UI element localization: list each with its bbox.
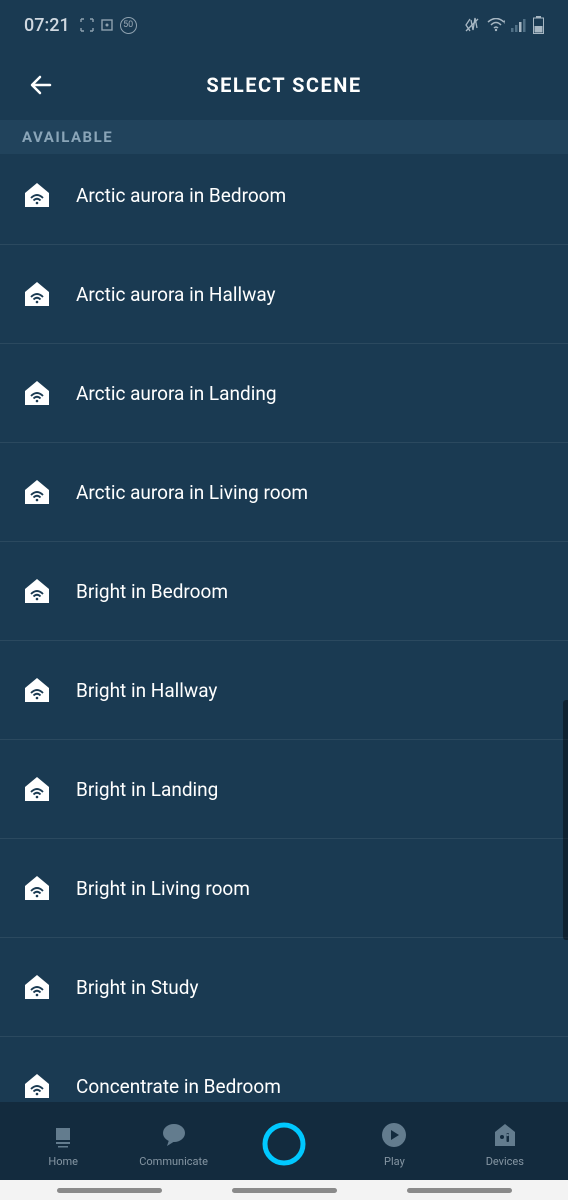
scene-label: Bright in Bedroom <box>76 580 228 603</box>
system-gesture-bar <box>0 1180 568 1200</box>
nav-communicate[interactable]: Communicate <box>118 1121 228 1168</box>
bottom-navigation: Home Communicate Play Devices <box>0 1102 568 1180</box>
smart-home-icon <box>22 972 52 1002</box>
home-icon <box>48 1121 78 1149</box>
nav-label: Play <box>384 1155 405 1168</box>
fullscreen-icon <box>80 18 94 32</box>
alexa-icon <box>262 1122 306 1166</box>
scene-item[interactable]: Bright in Landing <box>0 740 568 839</box>
scene-item[interactable]: Bright in Study <box>0 938 568 1037</box>
scene-label: Arctic aurora in Living room <box>76 481 308 504</box>
scene-label: Arctic aurora in Landing <box>76 382 277 405</box>
vibrate-icon <box>463 17 481 33</box>
nav-home[interactable]: Home <box>8 1121 118 1168</box>
nav-label: Home <box>48 1155 78 1168</box>
smart-home-icon <box>22 675 52 705</box>
smart-home-icon <box>22 279 52 309</box>
smart-home-icon <box>22 873 52 903</box>
scene-label: Arctic aurora in Bedroom <box>76 184 286 207</box>
crop-icon <box>100 18 114 32</box>
scene-label: Bright in Landing <box>76 778 218 801</box>
scene-item[interactable]: Arctic aurora in Living room <box>0 443 568 542</box>
gesture-pill[interactable] <box>232 1188 337 1193</box>
smart-home-icon <box>22 477 52 507</box>
badge-icon: 50 <box>120 17 137 34</box>
scene-item[interactable]: Arctic aurora in Bedroom <box>0 154 568 245</box>
scene-label: Bright in Hallway <box>76 679 217 702</box>
scene-item[interactable]: Bright in Bedroom <box>0 542 568 641</box>
devices-icon <box>490 1121 520 1149</box>
scene-item[interactable]: Bright in Living room <box>0 839 568 938</box>
nav-alexa[interactable] <box>229 1122 339 1166</box>
battery-icon <box>533 16 544 34</box>
back-button[interactable] <box>28 71 56 99</box>
nav-devices[interactable]: Devices <box>450 1121 560 1168</box>
nav-label: Devices <box>486 1155 524 1168</box>
nav-play[interactable]: Play <box>339 1121 449 1168</box>
scene-label: Concentrate in Bedroom <box>76 1075 281 1098</box>
status-time: 07:21 <box>24 15 70 36</box>
page-title: SELECT SCENE <box>20 73 548 97</box>
arrow-left-icon <box>28 71 56 99</box>
scene-list: Arctic aurora in Bedroom Arctic aurora i… <box>0 154 568 1135</box>
scene-item[interactable]: Arctic aurora in Landing <box>0 344 568 443</box>
smart-home-icon <box>22 180 52 210</box>
scene-label: Arctic aurora in Hallway <box>76 283 276 306</box>
chat-icon <box>159 1121 189 1149</box>
scroll-indicator[interactable] <box>563 700 568 940</box>
smart-home-icon <box>22 774 52 804</box>
scene-item[interactable]: Arctic aurora in Hallway <box>0 245 568 344</box>
status-bar: 07:21 50 + <box>0 0 568 50</box>
wifi-icon: + <box>487 18 505 32</box>
svg-text:+: + <box>503 19 505 26</box>
play-icon <box>379 1121 409 1149</box>
smart-home-icon <box>22 1071 52 1101</box>
scene-item[interactable]: Bright in Hallway <box>0 641 568 740</box>
smart-home-icon <box>22 378 52 408</box>
smart-home-icon <box>22 576 52 606</box>
gesture-pill[interactable] <box>57 1188 162 1193</box>
nav-label: Communicate <box>139 1155 208 1168</box>
app-header: SELECT SCENE <box>0 50 568 120</box>
scene-label: Bright in Study <box>76 976 198 999</box>
gesture-pill[interactable] <box>407 1188 512 1193</box>
scene-label: Bright in Living room <box>76 877 250 900</box>
section-header-available: AVAILABLE <box>0 120 568 154</box>
signal-icon <box>511 18 527 32</box>
